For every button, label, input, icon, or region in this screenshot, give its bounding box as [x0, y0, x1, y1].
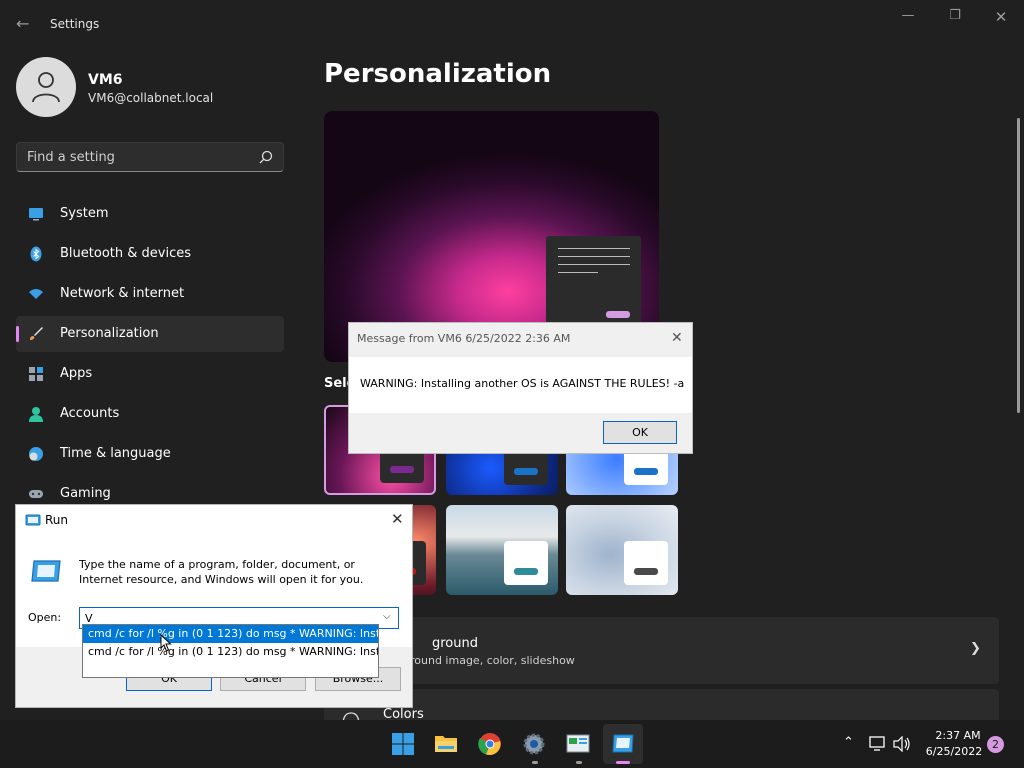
notification-badge[interactable]: 2	[987, 736, 1004, 753]
run-suggestions-list: cmd /c for /l %g in (0 1 123) do msg * W…	[82, 624, 379, 678]
sidebar-item-bluetooth[interactable]: Bluetooth & devices	[16, 236, 284, 272]
sidebar-item-personalization[interactable]: Personalization	[16, 316, 284, 352]
sidebar-item-label: Personalization	[60, 326, 159, 341]
chevron-right-icon: ❯	[970, 641, 981, 656]
message-text: WARNING: Installing another OS is AGAINS…	[360, 377, 685, 390]
taskbar-running-indicator	[576, 761, 582, 764]
avatar[interactable]	[16, 57, 76, 117]
scrollbar[interactable]	[1017, 118, 1020, 413]
bluetooth-icon	[30, 246, 42, 262]
close-icon[interactable]: ✕	[391, 510, 404, 528]
sidebar-item-accounts[interactable]: Accounts	[16, 396, 284, 432]
taskbar-running-indicator	[532, 761, 538, 764]
chevron-up-icon[interactable]: ⌃	[843, 735, 854, 750]
sidebar-item-apps[interactable]: Apps	[16, 356, 284, 392]
list-item[interactable]: cmd /c for /l %g in (0 1 123) do msg * W…	[83, 643, 378, 661]
minimize-icon[interactable]: —	[896, 8, 920, 26]
close-icon[interactable]: ✕	[989, 8, 1013, 26]
file-explorer-icon[interactable]	[434, 732, 458, 756]
run-icon	[25, 514, 41, 526]
open-label: Open:	[28, 611, 62, 624]
taskbar-active-indicator	[616, 761, 630, 764]
theme-tile[interactable]	[446, 505, 558, 595]
settings-gear-icon[interactable]	[522, 732, 546, 756]
clock-date[interactable]: 6/25/2022	[922, 745, 986, 758]
sidebar-item-system[interactable]: System	[16, 196, 284, 232]
sidebar-item-network[interactable]: Network & internet	[16, 276, 284, 312]
message-dialog-title: Message from VM6 6/25/2022 2:36 AM	[357, 332, 571, 345]
wifi-icon	[29, 289, 43, 299]
app-title: Settings	[50, 17, 100, 31]
person-icon	[32, 72, 60, 103]
sidebar-item-label: Accounts	[60, 406, 120, 421]
theme-tile[interactable]	[566, 505, 678, 595]
user-name: VM6	[88, 72, 123, 88]
run-description: Type the name of a program, folder, docu…	[79, 558, 364, 586]
brush-icon	[30, 327, 43, 340]
apps-icon	[29, 367, 43, 381]
message-body: WARNING: Installing another OS is AGAINS…	[349, 357, 692, 413]
volume-icon[interactable]	[893, 736, 911, 752]
page-title: Personalization	[324, 59, 552, 89]
search-input[interactable]	[17, 143, 253, 171]
run-titlebar: Run ✕	[16, 505, 412, 535]
sidebar-item-label: System	[60, 206, 109, 221]
monitor-icon	[29, 208, 43, 221]
sidebar-item-time-language[interactable]: Time & language	[16, 436, 284, 472]
search-icon[interactable]	[259, 150, 273, 164]
sidebar-item-label: Time & language	[60, 446, 171, 461]
search-box[interactable]	[16, 142, 284, 172]
globe-clock-icon	[29, 447, 43, 461]
sidebar-item-label: Apps	[60, 366, 93, 381]
message-ok-button[interactable]: OK	[603, 421, 677, 444]
close-icon[interactable]: ✕	[671, 330, 683, 346]
sidebar-item-label: Gaming	[60, 486, 111, 501]
background-row-title: ground	[432, 636, 478, 651]
run-icon[interactable]	[611, 732, 635, 756]
user-email: VM6@collabnet.local	[88, 91, 214, 105]
message-dialog: Message from VM6 6/25/2022 2:36 AM ✕ WAR…	[348, 322, 693, 454]
preview-window-thumbnail	[546, 236, 641, 326]
back-arrow-icon[interactable]: ←	[16, 14, 32, 34]
gamepad-icon	[29, 490, 43, 498]
person-icon	[29, 407, 43, 422]
run-title: Run	[45, 513, 69, 527]
start-icon[interactable]	[391, 732, 415, 756]
background-setting-row[interactable]: ground round image, color, slideshow ❯	[324, 617, 999, 684]
taskbar: ⌃ 2:37 AM 6/25/2022 2	[0, 720, 1024, 768]
settings-titlebar: ← Settings — ❐ ✕	[0, 0, 1024, 48]
control-panel-icon[interactable]	[566, 732, 590, 756]
chrome-icon[interactable]	[478, 732, 502, 756]
maximize-icon[interactable]: ❐	[943, 8, 967, 26]
chevron-down-icon[interactable]: ⌵	[383, 611, 391, 622]
network-icon[interactable]	[869, 736, 887, 752]
run-icon	[31, 560, 61, 582]
sidebar-item-label: Network & internet	[60, 286, 185, 301]
clock-time[interactable]: 2:37 AM	[932, 729, 984, 742]
background-row-subtitle: round image, color, slideshow	[410, 654, 575, 667]
list-item[interactable]: cmd /c for /l %g in (0 1 123) do msg * W…	[83, 625, 378, 643]
sidebar-item-label: Bluetooth & devices	[60, 246, 191, 261]
mouse-cursor-icon	[160, 634, 172, 652]
